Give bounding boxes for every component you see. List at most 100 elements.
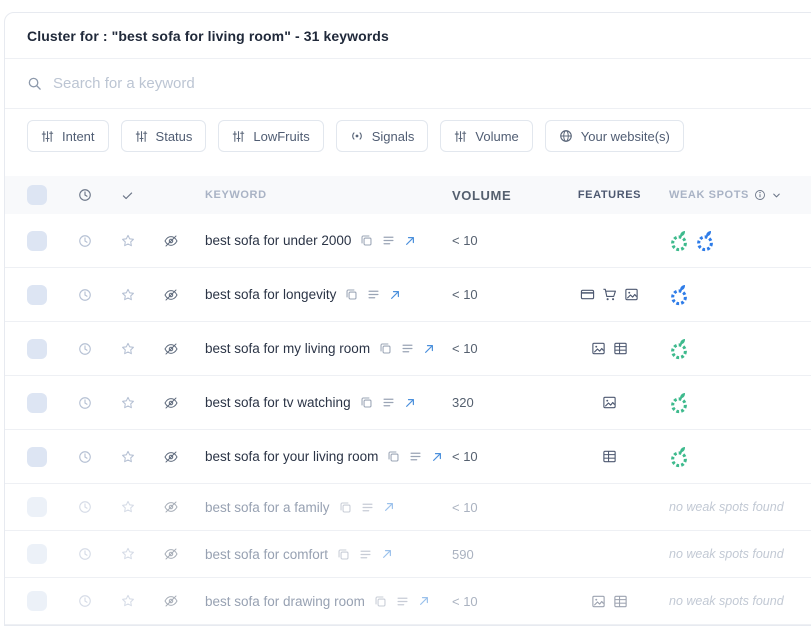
row-checkbox[interactable] (27, 591, 47, 611)
search-input[interactable] (53, 75, 797, 92)
serp-list-icon[interactable] (409, 450, 422, 463)
features-column-header: FEATURES (552, 189, 667, 201)
copy-icon[interactable] (374, 595, 387, 608)
external-link-icon[interactable] (404, 397, 416, 409)
copy-icon[interactable] (345, 288, 358, 301)
eye-off-icon[interactable] (163, 341, 179, 357)
star-icon[interactable] (120, 341, 136, 357)
features-cell (552, 341, 667, 356)
filter-toolbar: Intent Status LowFruits Signals Volume Your w… (5, 109, 811, 176)
filter-button-status[interactable]: Status (121, 120, 207, 152)
eye-off-icon[interactable] (163, 499, 179, 515)
eye-off-icon[interactable] (163, 233, 179, 249)
clock-icon[interactable] (78, 450, 92, 464)
serp-list-icon[interactable] (382, 396, 395, 409)
copy-icon[interactable] (337, 548, 350, 561)
external-link-icon[interactable] (431, 451, 443, 463)
row-checkbox[interactable] (27, 393, 47, 413)
volume-value: 320 (452, 395, 474, 410)
serp-list-icon[interactable] (401, 342, 414, 355)
filter-button-label: Status (156, 129, 193, 144)
serp-list-icon[interactable] (396, 595, 409, 608)
eye-off-icon[interactable] (163, 593, 179, 609)
serp-list-icon[interactable] (359, 548, 372, 561)
table-row: best sofa for my living room < 10 (5, 322, 811, 376)
row-checkbox[interactable] (27, 285, 47, 305)
green-fruit-icon[interactable] (669, 338, 689, 360)
external-link-icon[interactable] (383, 501, 395, 513)
row-checkbox[interactable] (27, 339, 47, 359)
blue-fruit-icon[interactable] (669, 284, 689, 306)
external-link-icon[interactable] (381, 548, 393, 560)
eye-off-icon[interactable] (163, 546, 179, 562)
copy-icon[interactable] (379, 342, 392, 355)
star-icon[interactable] (120, 233, 136, 249)
table-row: best sofa for tv watching 320 (5, 376, 811, 430)
blue-fruit-icon[interactable] (695, 230, 715, 252)
green-fruit-icon[interactable] (669, 392, 689, 414)
cluster-panel: Cluster for : "best sofa for living room… (4, 12, 811, 626)
star-icon[interactable] (120, 395, 136, 411)
copy-icon[interactable] (339, 501, 352, 514)
copy-icon[interactable] (360, 234, 373, 247)
clock-icon[interactable] (78, 188, 92, 202)
filter-button-label: Your website(s) (581, 129, 670, 144)
clock-icon[interactable] (78, 396, 92, 410)
star-icon[interactable] (120, 287, 136, 303)
filter-button-your-website-s[interactable]: Your website(s) (545, 120, 684, 152)
external-link-icon[interactable] (389, 289, 401, 301)
volume-value: 590 (452, 547, 474, 562)
star-icon[interactable] (120, 593, 136, 609)
filter-button-signals[interactable]: Signals (336, 120, 429, 152)
features-cell (552, 395, 667, 410)
copy-icon[interactable] (387, 450, 400, 463)
globe-icon (559, 129, 573, 143)
green-fruit-icon[interactable] (669, 230, 689, 252)
clock-icon[interactable] (78, 234, 92, 248)
copy-icon[interactable] (360, 396, 373, 409)
chevron-down-icon[interactable] (771, 190, 782, 201)
star-icon[interactable] (120, 499, 136, 515)
serp-list-icon[interactable] (361, 501, 374, 514)
eye-off-icon[interactable] (163, 395, 179, 411)
external-link-icon[interactable] (423, 343, 435, 355)
search-icon (27, 76, 42, 91)
eye-off-icon[interactable] (163, 449, 179, 465)
filter-button-volume[interactable]: Volume (440, 120, 532, 152)
serp-list-icon[interactable] (382, 234, 395, 247)
filter-button-lowfruits[interactable]: LowFruits (218, 120, 323, 152)
eye-off-icon[interactable] (163, 287, 179, 303)
features-cell (552, 594, 667, 609)
serp-list-icon[interactable] (367, 288, 380, 301)
weak-spots-cell (667, 284, 811, 306)
row-checkbox[interactable] (27, 231, 47, 251)
features-cell (552, 287, 667, 302)
volume-value: < 10 (452, 341, 478, 356)
table-row: best sofa for a family < 10 no weak spot… (5, 484, 811, 531)
clock-icon[interactable] (78, 594, 92, 608)
sliders-icon (41, 130, 54, 143)
row-checkbox[interactable] (27, 497, 47, 517)
filter-button-intent[interactable]: Intent (27, 120, 109, 152)
star-icon[interactable] (120, 449, 136, 465)
clock-icon[interactable] (78, 288, 92, 302)
star-icon[interactable] (120, 546, 136, 562)
image-icon (624, 287, 639, 302)
clock-icon[interactable] (78, 500, 92, 514)
weak-spots-cell (667, 230, 811, 252)
external-link-icon[interactable] (418, 595, 430, 607)
row-checkbox[interactable] (27, 544, 47, 564)
green-fruit-icon[interactable] (669, 446, 689, 468)
row-checkbox[interactable] (27, 447, 47, 467)
check-icon[interactable] (121, 189, 134, 202)
volume-value: < 10 (452, 449, 478, 464)
clock-icon[interactable] (78, 342, 92, 356)
select-all-checkbox[interactable] (27, 185, 47, 205)
keyword-text: best sofa for your living room (205, 449, 378, 464)
clock-icon[interactable] (78, 547, 92, 561)
weak-spots-cell (667, 392, 811, 414)
info-icon[interactable] (754, 189, 766, 201)
weakspots-column-header[interactable]: WEAK SPOTS (667, 189, 811, 201)
no-weak-spots-text: no weak spots found (669, 594, 792, 608)
external-link-icon[interactable] (404, 235, 416, 247)
